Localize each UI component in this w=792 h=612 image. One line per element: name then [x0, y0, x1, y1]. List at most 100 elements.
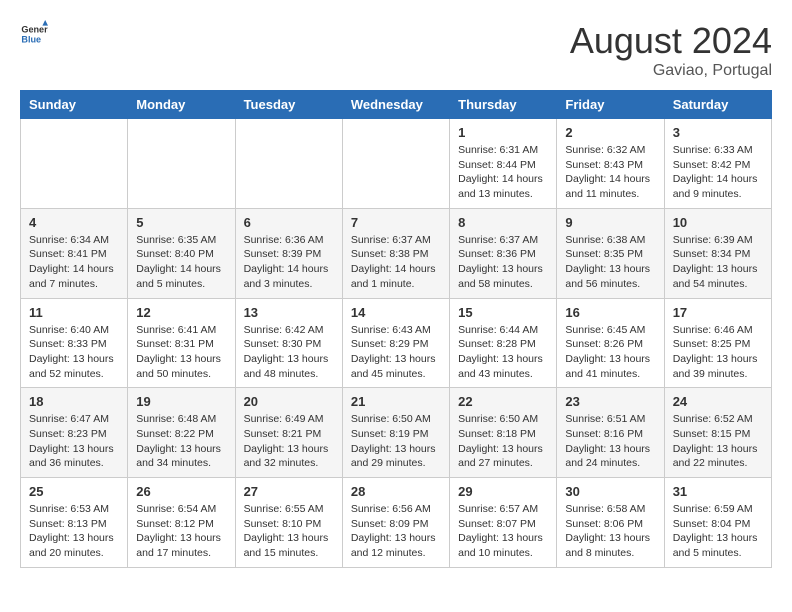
svg-text:Blue: Blue	[21, 34, 41, 44]
page-title: August 2024	[570, 20, 772, 62]
day-number: 29	[458, 484, 548, 499]
day-number: 14	[351, 305, 441, 320]
calendar-cell: 13 Sunrise: 6:42 AM Sunset: 8:30 PM Dayli…	[235, 298, 342, 388]
logo-icon: General Blue	[20, 20, 48, 48]
day-number: 22	[458, 394, 548, 409]
calendar-week-row: 18Sunrise: 6:47 AM Sunset: 8:23 PM Dayli…	[21, 388, 772, 478]
calendar-cell: 18Sunrise: 6:47 AM Sunset: 8:23 PM Dayli…	[21, 388, 128, 478]
day-info: Sunrise: 6:52 AM Sunset: 8:15 PM Dayligh…	[673, 412, 763, 471]
calendar-cell: 9 Sunrise: 6:38 AM Sunset: 8:35 PM Daylig…	[557, 208, 664, 298]
day-number: 21	[351, 394, 441, 409]
day-number: 8	[458, 215, 548, 230]
calendar-cell: 25Sunrise: 6:53 AM Sunset: 8:13 PM Dayli…	[21, 478, 128, 568]
calendar-header-row: SundayMondayTuesdayWednesdayThursdayFrid…	[21, 91, 772, 119]
day-info: Sunrise: 6:41 AM Sunset: 8:31 PM Dayligh…	[136, 323, 226, 382]
calendar-cell: 23 Sunrise: 6:51 AM Sunset: 8:16 PM Dayli…	[557, 388, 664, 478]
calendar-cell: 14 Sunrise: 6:43 AM Sunset: 8:29 PM Dayli…	[342, 298, 449, 388]
calendar-cell: 31 Sunrise: 6:59 AM Sunset: 8:04 PM Dayli…	[664, 478, 771, 568]
day-number: 23	[565, 394, 655, 409]
day-info: Sunrise: 6:57 AM Sunset: 8:07 PM Dayligh…	[458, 502, 548, 561]
weekday-header-saturday: Saturday	[664, 91, 771, 119]
weekday-header-sunday: Sunday	[21, 91, 128, 119]
calendar-cell: 28 Sunrise: 6:56 AM Sunset: 8:09 PM Dayli…	[342, 478, 449, 568]
page-subtitle: Gaviao, Portugal	[570, 62, 772, 80]
svg-text:General: General	[21, 25, 48, 35]
day-info: Sunrise: 6:42 AM Sunset: 8:30 PM Dayligh…	[244, 323, 334, 382]
calendar-cell: 29 Sunrise: 6:57 AM Sunset: 8:07 PM Dayli…	[450, 478, 557, 568]
day-number: 13	[244, 305, 334, 320]
calendar-cell: 22Sunrise: 6:50 AM Sunset: 8:18 PM Dayli…	[450, 388, 557, 478]
calendar-cell	[342, 119, 449, 209]
day-number: 20	[244, 394, 334, 409]
day-info: Sunrise: 6:59 AM Sunset: 8:04 PM Dayligh…	[673, 502, 763, 561]
day-number: 16	[565, 305, 655, 320]
calendar-cell: 10 Sunrise: 6:39 AM Sunset: 8:34 PM Dayli…	[664, 208, 771, 298]
day-info: Sunrise: 6:54 AM Sunset: 8:12 PM Dayligh…	[136, 502, 226, 561]
day-info: Sunrise: 6:51 AM Sunset: 8:16 PM Dayligh…	[565, 412, 655, 471]
calendar-week-row: 4Sunrise: 6:34 AM Sunset: 8:41 PM Daylig…	[21, 208, 772, 298]
calendar-cell: 27 Sunrise: 6:55 AM Sunset: 8:10 PM Dayli…	[235, 478, 342, 568]
calendar-cell: 30Sunrise: 6:58 AM Sunset: 8:06 PM Dayli…	[557, 478, 664, 568]
calendar-week-row: 1 Sunrise: 6:31 AM Sunset: 8:44 PM Daylig…	[21, 119, 772, 209]
day-info: Sunrise: 6:55 AM Sunset: 8:10 PM Dayligh…	[244, 502, 334, 561]
calendar-week-row: 25Sunrise: 6:53 AM Sunset: 8:13 PM Dayli…	[21, 478, 772, 568]
calendar-cell: 16 Sunrise: 6:45 AM Sunset: 8:26 PM Dayli…	[557, 298, 664, 388]
day-info: Sunrise: 6:56 AM Sunset: 8:09 PM Dayligh…	[351, 502, 441, 561]
calendar-cell: 15 Sunrise: 6:44 AM Sunset: 8:28 PM Dayli…	[450, 298, 557, 388]
day-number: 31	[673, 484, 763, 499]
calendar-cell: 20 Sunrise: 6:49 AM Sunset: 8:21 PM Dayli…	[235, 388, 342, 478]
day-number: 12	[136, 305, 226, 320]
day-number: 19	[136, 394, 226, 409]
day-number: 1	[458, 125, 548, 140]
day-number: 6	[244, 215, 334, 230]
day-number: 28	[351, 484, 441, 499]
logo: General Blue	[20, 20, 48, 48]
day-number: 3	[673, 125, 763, 140]
day-number: 30	[565, 484, 655, 499]
day-info: Sunrise: 6:37 AM Sunset: 8:38 PM Dayligh…	[351, 233, 441, 292]
day-number: 10	[673, 215, 763, 230]
calendar-cell: 5 Sunrise: 6:35 AM Sunset: 8:40 PM Daylig…	[128, 208, 235, 298]
day-info: Sunrise: 6:36 AM Sunset: 8:39 PM Dayligh…	[244, 233, 334, 292]
calendar-cell: 12 Sunrise: 6:41 AM Sunset: 8:31 PM Dayli…	[128, 298, 235, 388]
calendar-cell: 19 Sunrise: 6:48 AM Sunset: 8:22 PM Dayli…	[128, 388, 235, 478]
calendar-cell: 1 Sunrise: 6:31 AM Sunset: 8:44 PM Daylig…	[450, 119, 557, 209]
weekday-header-tuesday: Tuesday	[235, 91, 342, 119]
day-info: Sunrise: 6:43 AM Sunset: 8:29 PM Dayligh…	[351, 323, 441, 382]
day-info: Sunrise: 6:38 AM Sunset: 8:35 PM Dayligh…	[565, 233, 655, 292]
day-number: 2	[565, 125, 655, 140]
day-info: Sunrise: 6:44 AM Sunset: 8:28 PM Dayligh…	[458, 323, 548, 382]
calendar-cell: 7 Sunrise: 6:37 AM Sunset: 8:38 PM Daylig…	[342, 208, 449, 298]
calendar-cell: 2Sunrise: 6:32 AM Sunset: 8:43 PM Daylig…	[557, 119, 664, 209]
day-number: 11	[29, 305, 119, 320]
day-info: Sunrise: 6:34 AM Sunset: 8:41 PM Dayligh…	[29, 233, 119, 292]
day-number: 27	[244, 484, 334, 499]
calendar-cell	[235, 119, 342, 209]
day-number: 5	[136, 215, 226, 230]
day-number: 9	[565, 215, 655, 230]
day-number: 26	[136, 484, 226, 499]
weekday-header-wednesday: Wednesday	[342, 91, 449, 119]
calendar-table: SundayMondayTuesdayWednesdayThursdayFrid…	[20, 90, 772, 568]
day-info: Sunrise: 6:33 AM Sunset: 8:42 PM Dayligh…	[673, 143, 763, 202]
day-number: 25	[29, 484, 119, 499]
day-info: Sunrise: 6:45 AM Sunset: 8:26 PM Dayligh…	[565, 323, 655, 382]
title-block: August 2024 Gaviao, Portugal	[570, 20, 772, 80]
day-info: Sunrise: 6:49 AM Sunset: 8:21 PM Dayligh…	[244, 412, 334, 471]
day-number: 15	[458, 305, 548, 320]
day-number: 7	[351, 215, 441, 230]
day-number: 17	[673, 305, 763, 320]
calendar-cell: 26 Sunrise: 6:54 AM Sunset: 8:12 PM Dayli…	[128, 478, 235, 568]
calendar-cell: 11Sunrise: 6:40 AM Sunset: 8:33 PM Dayli…	[21, 298, 128, 388]
calendar-cell	[21, 119, 128, 209]
day-info: Sunrise: 6:39 AM Sunset: 8:34 PM Dayligh…	[673, 233, 763, 292]
weekday-header-thursday: Thursday	[450, 91, 557, 119]
day-info: Sunrise: 6:31 AM Sunset: 8:44 PM Dayligh…	[458, 143, 548, 202]
day-info: Sunrise: 6:48 AM Sunset: 8:22 PM Dayligh…	[136, 412, 226, 471]
day-info: Sunrise: 6:50 AM Sunset: 8:19 PM Dayligh…	[351, 412, 441, 471]
calendar-cell: 4Sunrise: 6:34 AM Sunset: 8:41 PM Daylig…	[21, 208, 128, 298]
day-info: Sunrise: 6:35 AM Sunset: 8:40 PM Dayligh…	[136, 233, 226, 292]
calendar-cell: 17Sunrise: 6:46 AM Sunset: 8:25 PM Dayli…	[664, 298, 771, 388]
calendar-cell: 21 Sunrise: 6:50 AM Sunset: 8:19 PM Dayli…	[342, 388, 449, 478]
calendar-cell: 24Sunrise: 6:52 AM Sunset: 8:15 PM Dayli…	[664, 388, 771, 478]
